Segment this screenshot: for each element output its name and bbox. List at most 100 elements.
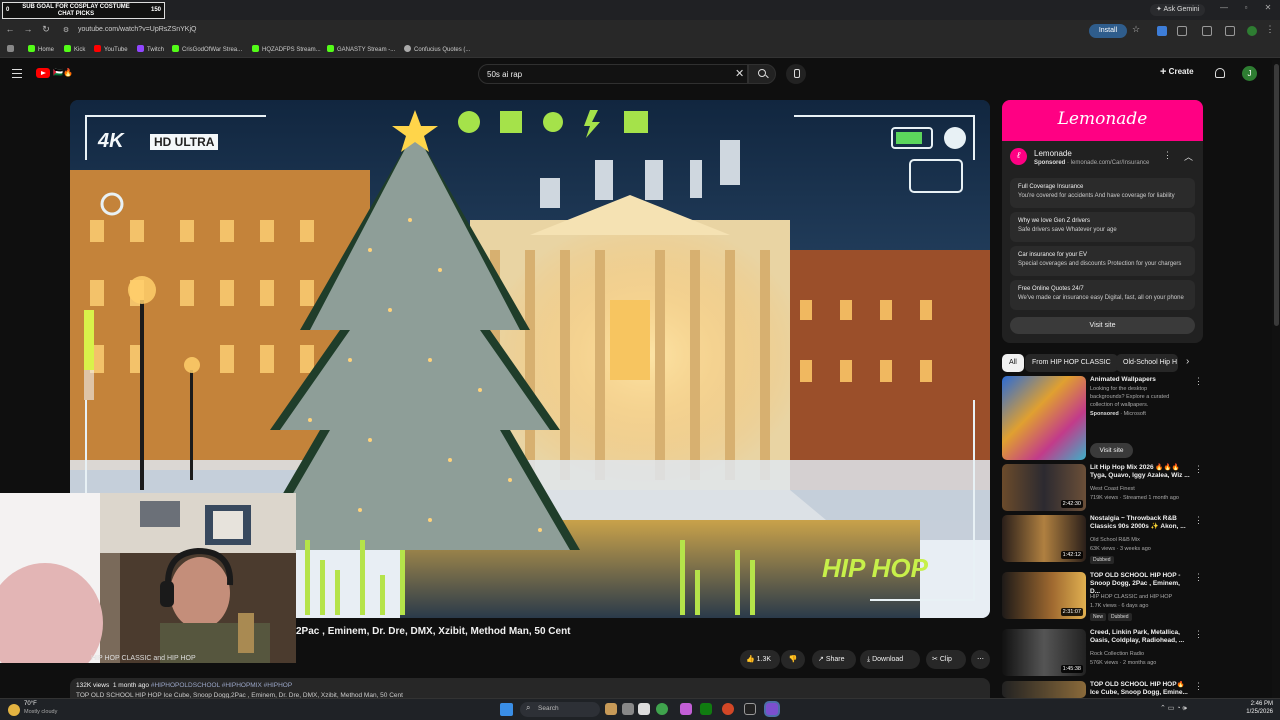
chrome-icon[interactable] [656, 703, 668, 715]
notifications-bell-icon[interactable] [1215, 68, 1225, 78]
rec-channel[interactable]: Old School R&B Mix [1090, 537, 1140, 543]
weather-icon[interactable] [8, 704, 20, 716]
bookmark-youtube[interactable]: YouTube [94, 45, 128, 53]
bookmark-star-icon[interactable]: ☆ [1130, 24, 1142, 35]
xbox-icon[interactable] [700, 703, 712, 715]
search-input[interactable] [487, 68, 717, 81]
ad-more-icon[interactable]: ⋮ [1163, 150, 1172, 161]
bookmark-kick[interactable]: Kick [64, 45, 85, 53]
windows-start-icon[interactable] [500, 703, 513, 716]
minimize-icon[interactable]: — [1216, 3, 1232, 12]
dislike-button[interactable]: 👎 [781, 650, 805, 669]
youtube-logo-icon[interactable] [36, 68, 50, 78]
forward-icon[interactable]: → [22, 24, 34, 34]
ad-option[interactable]: Why we love Gen Z drivers Safe drivers sa… [1010, 212, 1195, 242]
clear-search-icon[interactable]: ✕ [735, 67, 744, 80]
bookmark-confucius[interactable]: Confucius Quotes (... [404, 45, 470, 53]
obs-icon[interactable] [766, 703, 778, 715]
rec-more-icon[interactable]: ⋮ [1194, 572, 1203, 583]
rec-more-icon[interactable]: ⋮ [1194, 515, 1203, 526]
rec-title[interactable]: Nostalgia ~ Throwback R&B Classics 90s 2… [1090, 515, 1190, 531]
chip-from-channel[interactable]: From HIP HOP CLASSIC [1025, 354, 1118, 372]
clock-date[interactable]: 1/25/2026 [1240, 709, 1273, 715]
rec-thumbnail[interactable]: 1:45:38 [1002, 629, 1086, 676]
rec-thumbnail[interactable] [1002, 376, 1086, 460]
epic-games-icon[interactable] [744, 703, 756, 715]
rec-title[interactable]: Animated Wallpapers [1090, 376, 1190, 384]
profile-icon[interactable] [1247, 26, 1257, 36]
ask-gemini-button[interactable]: ✦ Ask Gemini [1150, 4, 1206, 16]
rec-video-item[interactable]: 2:42:30 Lit Hip Hop Mix 2026 🔥🔥🔥 Tyga, Q… [1002, 464, 1206, 511]
hashtags[interactable]: #HIPHOPOLDSCHOOL #HIPHOPMIX #HIPHOP [151, 682, 292, 689]
extension-icon[interactable] [1157, 26, 1167, 36]
browser-menu-icon[interactable]: ⋮ [1264, 24, 1276, 35]
like-button[interactable]: 👍 1.3K [740, 650, 780, 669]
bookmark-home[interactable]: Home [28, 45, 54, 53]
account-avatar[interactable]: J [1242, 66, 1257, 81]
chip-old-school[interactable]: Old-School Hip H [1116, 354, 1178, 372]
voice-search-icon[interactable] [786, 64, 806, 84]
rec-more-icon[interactable]: ⋮ [1194, 629, 1203, 640]
chips-next-chevron-icon[interactable]: › [1186, 356, 1189, 367]
site-info-icon[interactable]: ⚙ [60, 26, 72, 34]
rec-more-icon[interactable]: ⋮ [1194, 464, 1203, 475]
task-view-icon[interactable] [622, 703, 634, 715]
ad-banner[interactable]: Lemonade [1002, 100, 1203, 141]
rec-thumbnail[interactable]: 1:42:12 [1002, 515, 1086, 562]
close-window-icon[interactable]: ✕ [1260, 3, 1276, 12]
rec-visit-site-button[interactable]: Visit site [1090, 443, 1133, 458]
clock-time[interactable]: 2:46 PM [1243, 701, 1273, 707]
taskbar-app-icon[interactable] [680, 703, 692, 715]
menu-icon[interactable] [12, 69, 22, 78]
collapse-chevron-icon[interactable]: ︿ [1184, 150, 1193, 163]
bookmark-hqzadfps[interactable]: HQZADFPS Stream... [252, 45, 321, 53]
maximize-icon[interactable]: ▫ [1238, 3, 1254, 12]
rec-title[interactable]: TOP OLD SCHOOL HIP HOP🔥 Ice Cube, Snoop … [1090, 681, 1190, 697]
rec-channel[interactable]: Rock Collection Radio [1090, 651, 1144, 657]
split-view-icon[interactable] [1202, 26, 1212, 36]
share-button[interactable]: ↗ Share [812, 650, 856, 669]
ad-option[interactable]: Full Coverage Insurance You're covered fo… [1010, 178, 1195, 208]
rec-thumbnail[interactable] [1002, 681, 1086, 698]
rec-video-item[interactable]: 1:42:12 Nostalgia ~ Throwback R&B Classi… [1002, 515, 1206, 564]
ad-option[interactable]: Car insurance for your EV Special coverag… [1010, 246, 1195, 276]
download-button[interactable]: ⤓ Download [860, 650, 920, 669]
bookmark-ganasty[interactable]: GANASTY Stream -... [327, 45, 395, 53]
back-icon[interactable]: ← [4, 24, 16, 34]
rec-channel[interactable]: West Coast Finest [1090, 486, 1135, 492]
file-explorer-icon[interactable] [638, 703, 650, 715]
reload-icon[interactable]: ↻ [40, 24, 52, 35]
rec-video-item[interactable]: 1:45:38 Creed, Linkin Park, Metallica, O… [1002, 629, 1206, 676]
rec-title[interactable]: Creed, Linkin Park, Metallica, Oasis, Co… [1090, 629, 1190, 645]
page-scrollbar-thumb[interactable] [1274, 64, 1279, 326]
rec-more-icon[interactable]: ⋮ [1194, 681, 1203, 692]
clip-button[interactable]: ✂ Clip [926, 650, 966, 669]
rec-video-item[interactable]: TOP OLD SCHOOL HIP HOP🔥 Ice Cube, Snoop … [1002, 681, 1206, 698]
taskbar-app-icon[interactable] [722, 703, 734, 715]
rec-title[interactable]: TOP OLD SCHOOL HIP HOP - Snoop Dogg, 2Pa… [1090, 572, 1190, 596]
taskbar-app-icon[interactable] [605, 703, 617, 715]
rec-video-item[interactable]: 2:31:07 TOP OLD SCHOOL HIP HOP - Snoop D… [1002, 572, 1206, 621]
ad-option[interactable]: Free Online Quotes 24/7 We've made car in… [1010, 280, 1195, 310]
taskbar-search-box[interactable]: ⌕ Search [520, 702, 600, 717]
rec-ad-item[interactable]: Animated Wallpapers Looking for the desk… [1002, 376, 1206, 460]
more-actions-icon[interactable]: ⋯ [971, 650, 990, 669]
url-field[interactable]: youtube.com/watch?v=UpRsZSnYKjQ [78, 26, 196, 33]
install-app-button[interactable]: Install [1089, 24, 1127, 38]
create-button[interactable]: + Create [1160, 66, 1194, 78]
bookmark-crisgodofwar[interactable]: CrisGodOfWar Strea... [172, 45, 242, 53]
bookmark-twitch[interactable]: Twitch [137, 45, 164, 53]
chip-all[interactable]: All [1002, 354, 1024, 372]
rec-more-icon[interactable]: ⋮ [1194, 376, 1203, 387]
channel-name[interactable]: HIP HOP CLASSIC and HIP HOP [91, 655, 196, 662]
search-button[interactable] [748, 64, 776, 84]
rec-thumbnail[interactable]: 2:42:30 [1002, 464, 1086, 511]
extensions-puzzle-icon[interactable] [1177, 26, 1187, 36]
rec-channel[interactable]: HIP HOP CLASSIC and HIP HOP [1090, 594, 1172, 600]
ad-visit-site-button[interactable]: Visit site [1010, 317, 1195, 334]
system-tray-icons[interactable]: ⌃ ▭ ◔ 🕪 [1160, 704, 1187, 713]
rec-thumbnail[interactable]: 2:31:07 [1002, 572, 1086, 619]
rec-title[interactable]: Lit Hip Hop Mix 2026 🔥🔥🔥 Tyga, Quavo, Ig… [1090, 464, 1190, 480]
apps-grid-icon[interactable] [7, 45, 17, 53]
downloads-icon[interactable] [1225, 26, 1235, 36]
